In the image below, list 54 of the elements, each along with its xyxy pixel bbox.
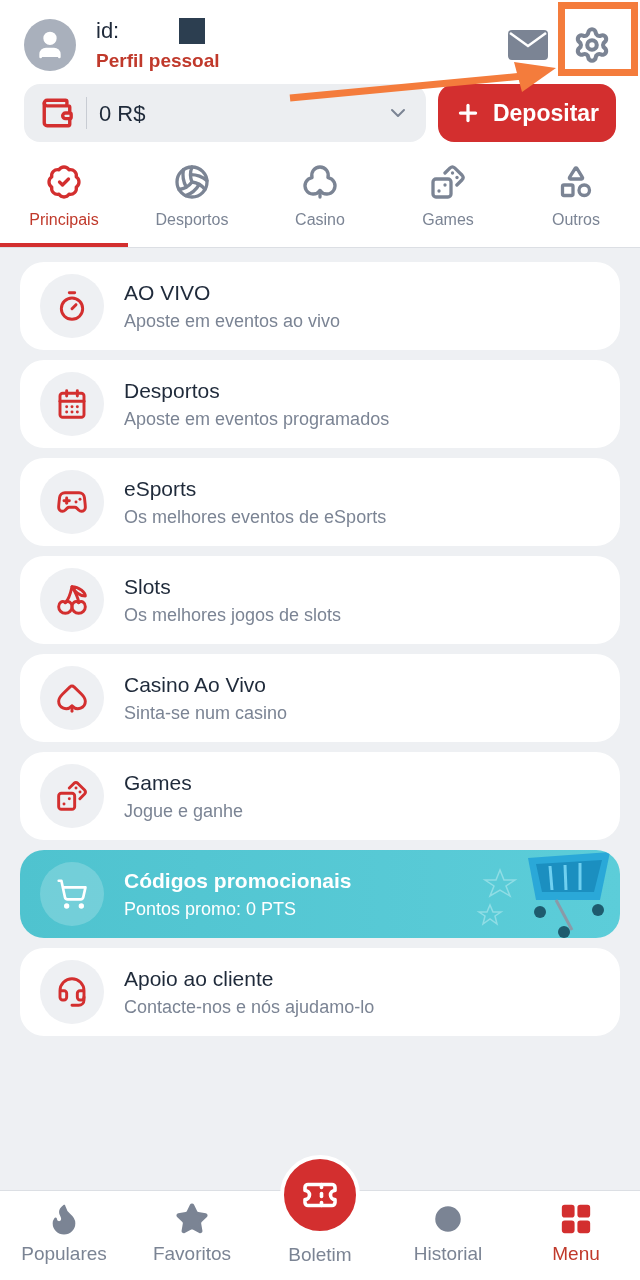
card-title: Apoio ao cliente xyxy=(124,965,275,992)
wallet-icon xyxy=(40,96,74,130)
card-title: Games xyxy=(124,769,193,796)
headset-icon xyxy=(56,976,88,1008)
calendar-icon xyxy=(56,388,88,420)
nav-item[interactable]: Boletim xyxy=(256,1155,384,1280)
card-subtitle: Contacte-nos e nós ajudamo-lo xyxy=(124,995,375,1019)
balance-selector[interactable]: 0 R$ xyxy=(24,84,426,142)
nav-item[interactable]: Historial xyxy=(384,1191,512,1280)
settings-icon xyxy=(573,26,611,64)
dice-icon xyxy=(56,780,88,812)
category-tab[interactable]: Principais xyxy=(0,164,128,247)
mail-icon xyxy=(508,30,548,60)
spade-icon xyxy=(56,682,88,714)
card-title: Slots xyxy=(124,573,172,600)
card-title: eSports xyxy=(124,475,198,502)
nav-item[interactable]: Populares xyxy=(0,1191,128,1280)
card-subtitle: Os melhores jogos de slots xyxy=(124,603,342,627)
redaction-block xyxy=(179,17,206,44)
card-title: Desportos xyxy=(124,377,221,404)
menu-card[interactable]: AO VIVO Aposte em eventos ao vivo xyxy=(20,262,620,350)
ball-icon xyxy=(174,164,210,200)
category-tab[interactable]: Outros xyxy=(512,164,640,247)
card-title: AO VIVO xyxy=(124,279,212,306)
menu-card[interactable]: Desportos Aposte em eventos programados xyxy=(20,360,620,448)
menu-card[interactable]: Games Jogue e ganhe xyxy=(20,752,620,840)
cherry-icon xyxy=(56,584,88,616)
category-tab[interactable]: Casino xyxy=(256,164,384,247)
profile-link[interactable]: Perfil pessoal xyxy=(96,47,220,76)
cart-icon xyxy=(56,878,88,910)
category-tab[interactable]: Games xyxy=(384,164,512,247)
menu-card[interactable]: eSports Os melhores eventos de eSports xyxy=(20,458,620,546)
badge-icon xyxy=(46,164,82,200)
dice-icon xyxy=(430,164,466,200)
nav-item[interactable]: Menu xyxy=(512,1191,640,1280)
deposit-button[interactable]: Depositar xyxy=(438,84,616,142)
id-label: id: xyxy=(96,17,120,46)
card-title: Códigos promocionais xyxy=(124,867,352,894)
category-tab[interactable]: Desportos xyxy=(128,164,256,247)
card-subtitle: Os melhores eventos de eSports xyxy=(124,505,387,529)
card-subtitle: Aposte em eventos ao vivo xyxy=(124,309,341,333)
card-subtitle: Jogue e ganhe xyxy=(124,799,244,823)
card-subtitle: Aposte em eventos programados xyxy=(124,407,390,431)
mail-button[interactable] xyxy=(508,30,548,60)
nav-item[interactable]: Favoritos xyxy=(128,1191,256,1280)
menu-card[interactable]: Apoio ao cliente Contacte-nos e nós ajudamo-lo xyxy=(20,948,620,1036)
avatar[interactable] xyxy=(24,19,76,71)
menu-card[interactable]: Slots Os melhores jogos de slots xyxy=(20,556,620,644)
circles-icon xyxy=(558,164,594,200)
card-subtitle: Sinta-se num casino xyxy=(124,701,288,725)
card-subtitle: Pontos promo: 0 PTS xyxy=(124,897,298,921)
balance-amount: 0 R$ xyxy=(99,99,146,128)
card-title: Casino Ao Vivo xyxy=(124,671,268,698)
menu-card[interactable]: Casino Ao Vivo Sinta-se num casino xyxy=(20,654,620,742)
